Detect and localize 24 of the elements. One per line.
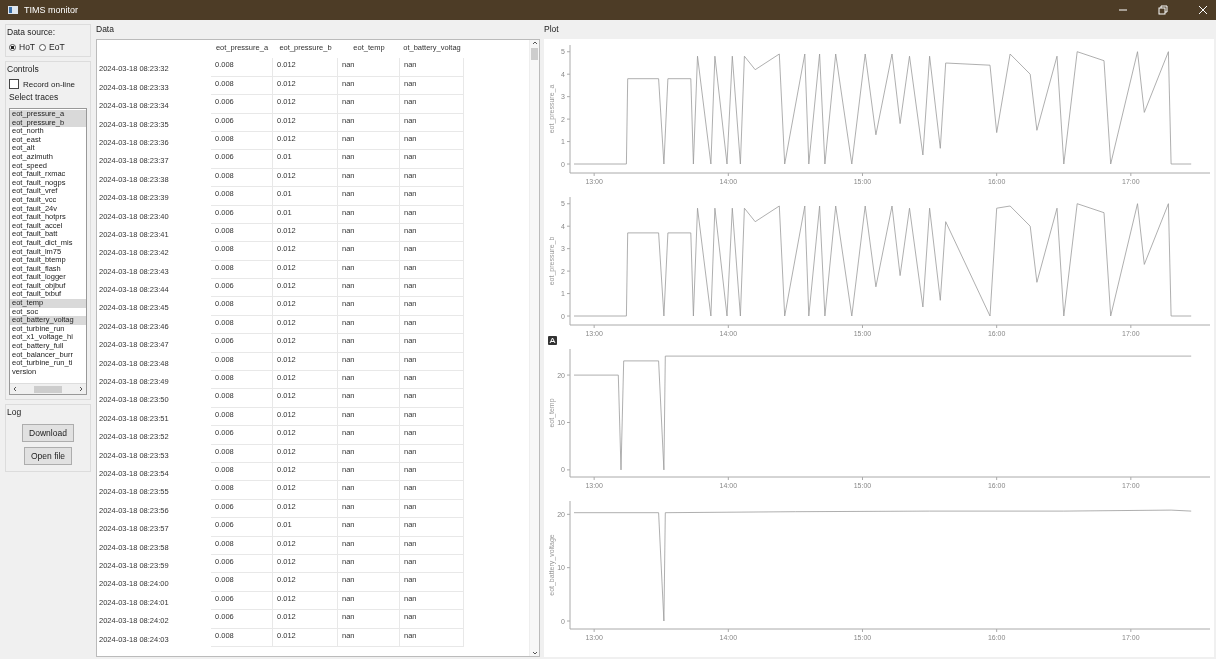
scrollbar-thumb[interactable] [531, 48, 538, 60]
close-icon[interactable] [1198, 5, 1208, 15]
scroll-right-icon[interactable] [78, 386, 84, 392]
scrollbar[interactable] [10, 383, 86, 394]
panel-title: Data [96, 24, 115, 36]
radio-button[interactable]: EoT [39, 42, 65, 52]
scrollbar-thumb[interactable] [34, 385, 62, 393]
group-title: Log [7, 407, 22, 417]
window-title: TIMS monitor [24, 5, 79, 15]
field-label: Select traces [9, 92, 60, 102]
group-title: Data source: [7, 27, 57, 37]
scroll-left-icon[interactable] [12, 386, 18, 392]
auto-scale-icon[interactable] [548, 336, 557, 345]
scroll-up-icon[interactable] [531, 40, 538, 46]
scroll-down-icon[interactable] [531, 650, 538, 656]
panel-title: Plot [544, 24, 560, 36]
app-icon [8, 6, 18, 14]
action-button[interactable]: Open file [24, 447, 72, 465]
action-button[interactable]: Download [22, 424, 74, 442]
restore-icon[interactable] [1158, 5, 1168, 15]
group-title: Controls [7, 64, 40, 74]
radio-button[interactable]: HoT [9, 42, 36, 52]
checkbox[interactable]: Record on-line [9, 79, 87, 89]
scrollbar[interactable] [529, 40, 539, 656]
